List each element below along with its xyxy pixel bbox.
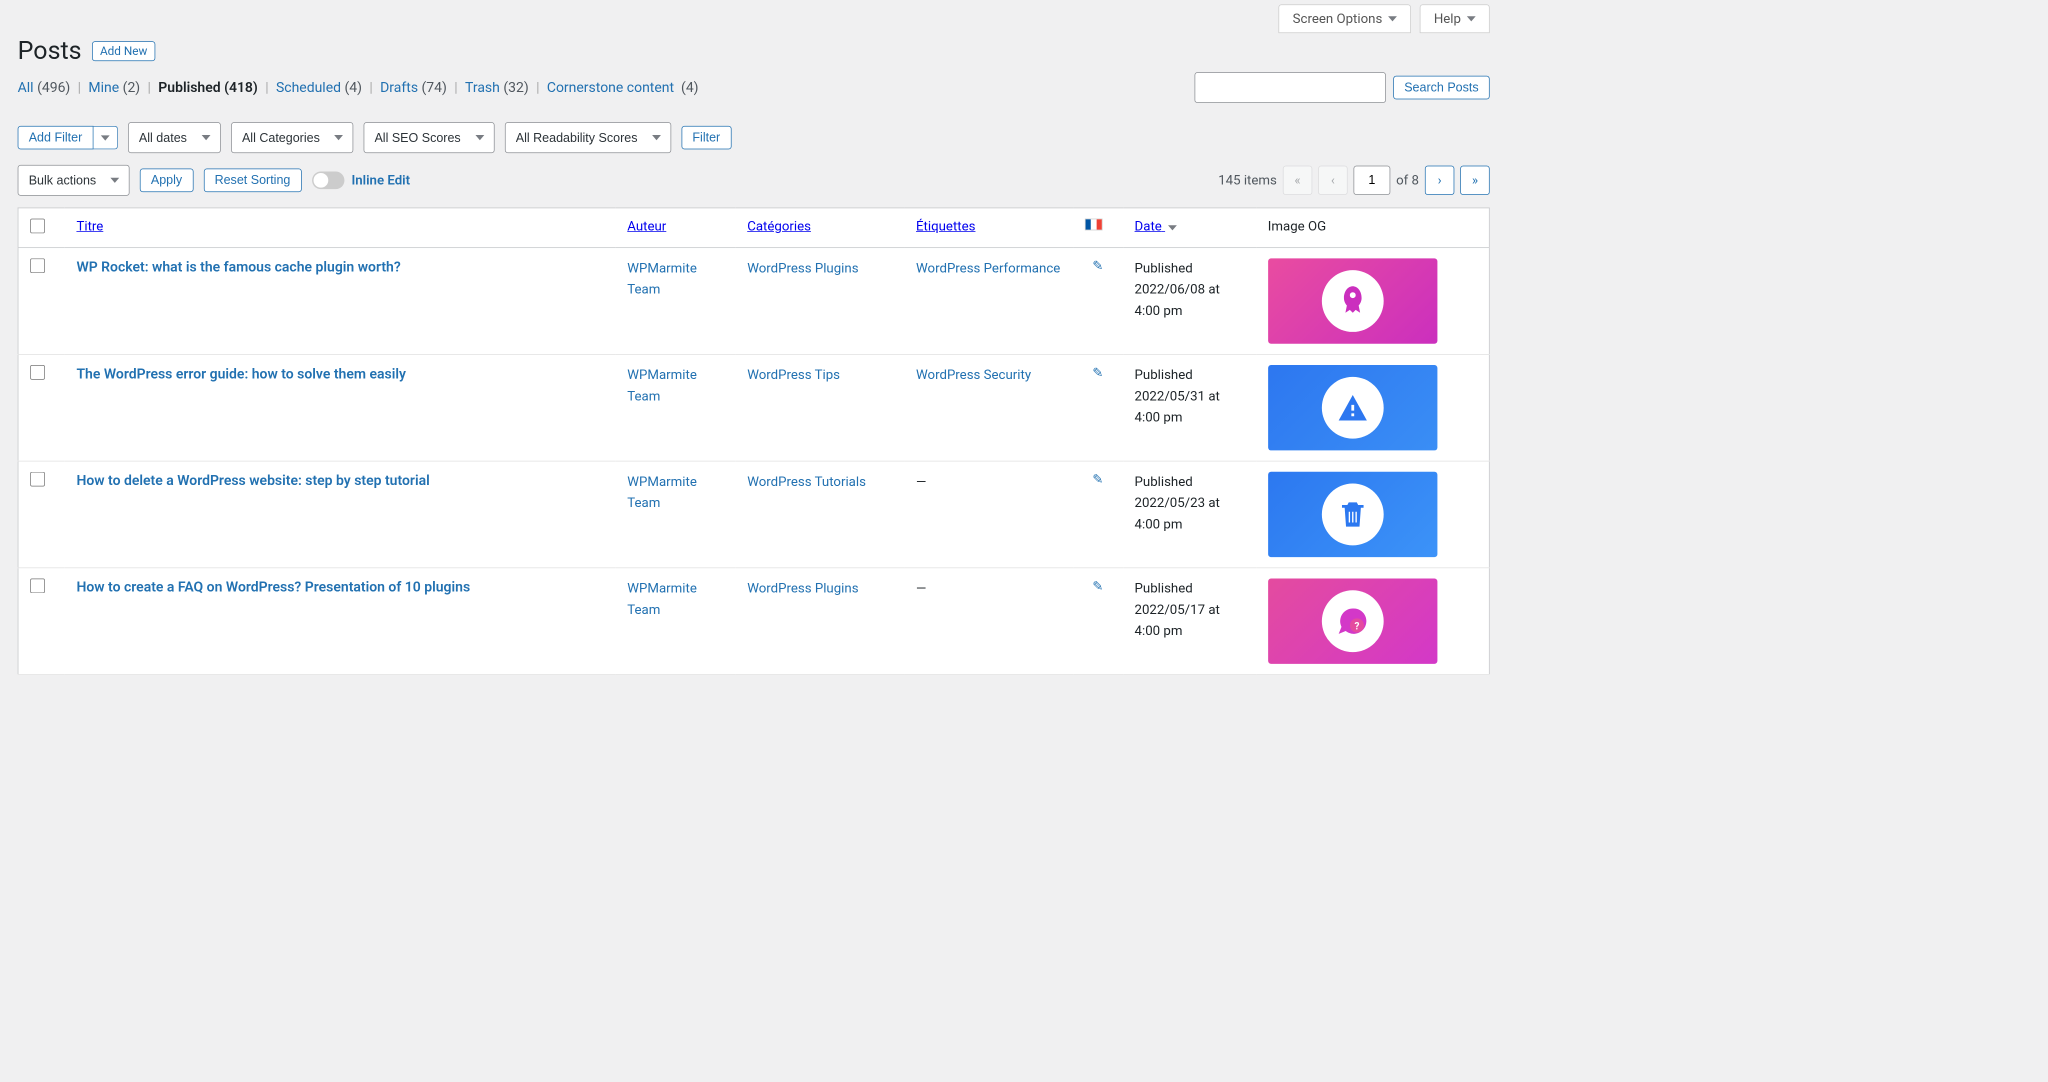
- screen-options-tab[interactable]: Screen Options: [1279, 4, 1411, 33]
- add-filter-dropdown[interactable]: [93, 126, 117, 150]
- filter-drafts[interactable]: Drafts: [380, 79, 418, 96]
- page-total: of 8: [1396, 173, 1419, 188]
- table-row: WP Rocket: what is the famous cache plug…: [18, 248, 1489, 355]
- filter-dates-select[interactable]: All dates: [128, 122, 221, 153]
- page-next-button[interactable]: ›: [1425, 166, 1454, 195]
- edit-translation-icon[interactable]: ✎: [1092, 472, 1103, 487]
- row-checkbox[interactable]: [30, 258, 45, 273]
- help-tab[interactable]: Help: [1420, 4, 1490, 33]
- post-tag-empty: —: [916, 581, 926, 596]
- og-image-thumb[interactable]: [1268, 365, 1437, 450]
- post-title-link[interactable]: The WordPress error guide: how to solve …: [76, 365, 405, 382]
- post-category-link[interactable]: WordPress Plugins: [747, 258, 892, 279]
- column-author[interactable]: Auteur: [627, 219, 666, 234]
- post-title-link[interactable]: How to create a FAQ on WordPress? Presen…: [76, 578, 470, 595]
- faq-speech-icon: ?: [1336, 604, 1370, 638]
- filter-trash-count: (32): [503, 79, 528, 96]
- table-row: How to delete a WordPress website: step …: [18, 461, 1489, 568]
- post-tag-empty: —: [916, 474, 926, 489]
- filter-cornerstone[interactable]: Cornerstone content: [547, 79, 674, 96]
- caret-down-icon: [101, 135, 110, 140]
- row-checkbox[interactable]: [30, 472, 45, 487]
- filter-mine-count: (2): [123, 79, 141, 96]
- table-row: The WordPress error guide: how to solve …: [18, 354, 1489, 461]
- post-author-link[interactable]: WPMarmite Team: [627, 365, 723, 407]
- filter-mine[interactable]: Mine: [88, 79, 119, 96]
- post-tag-link[interactable]: WordPress Security: [916, 365, 1061, 386]
- post-tag-link[interactable]: WordPress Performance: [916, 258, 1061, 279]
- table-row: How to create a FAQ on WordPress? Presen…: [18, 568, 1489, 675]
- screen-options-label: Screen Options: [1293, 11, 1383, 26]
- column-title[interactable]: Titre: [76, 219, 103, 234]
- filter-scheduled-count: (4): [344, 79, 362, 96]
- trash-icon: [1336, 498, 1368, 530]
- post-status: Published: [1135, 581, 1193, 596]
- page-current-input[interactable]: [1353, 166, 1390, 195]
- filter-all-count: (496): [37, 79, 70, 96]
- filter-drafts-count: (74): [422, 79, 447, 96]
- post-date: 2022/06/08 at 4:00 pm: [1135, 282, 1220, 319]
- og-image-thumb[interactable]: [1268, 258, 1437, 343]
- post-category-link[interactable]: WordPress Tips: [747, 365, 892, 386]
- help-label: Help: [1434, 11, 1461, 26]
- post-status: Published: [1135, 367, 1193, 382]
- row-checkbox[interactable]: [30, 365, 45, 380]
- page-first-button[interactable]: «: [1283, 166, 1312, 195]
- row-checkbox[interactable]: [30, 578, 45, 593]
- items-count: 145 items: [1218, 173, 1277, 188]
- filter-cornerstone-count: (4): [681, 79, 699, 96]
- page-last-button[interactable]: »: [1460, 166, 1489, 195]
- edit-translation-icon[interactable]: ✎: [1092, 258, 1103, 273]
- inline-edit-toggle[interactable]: [312, 171, 344, 189]
- post-date: 2022/05/23 at 4:00 pm: [1135, 495, 1220, 532]
- column-language-icon[interactable]: [1085, 219, 1103, 231]
- column-categories[interactable]: Catégories: [747, 219, 811, 234]
- filter-all[interactable]: All: [18, 79, 34, 96]
- apply-button[interactable]: Apply: [140, 169, 193, 193]
- search-button[interactable]: Search Posts: [1393, 76, 1489, 100]
- filter-scheduled[interactable]: Scheduled: [276, 79, 341, 96]
- column-date[interactable]: Date: [1135, 219, 1177, 234]
- filter-seo-select[interactable]: All SEO Scores: [363, 122, 494, 153]
- post-category-link[interactable]: WordPress Plugins: [747, 578, 892, 599]
- filter-categories-select[interactable]: All Categories: [231, 122, 353, 153]
- svg-text:?: ?: [1354, 622, 1359, 633]
- alert-triangle-icon: [1336, 391, 1370, 425]
- inline-edit-label: Inline Edit: [351, 173, 410, 188]
- og-image-thumb[interactable]: ?: [1268, 578, 1437, 663]
- column-tags[interactable]: Étiquettes: [916, 219, 975, 234]
- edit-translation-icon[interactable]: ✎: [1092, 578, 1103, 593]
- post-date: 2022/05/31 at 4:00 pm: [1135, 388, 1220, 425]
- post-title-link[interactable]: WP Rocket: what is the famous cache plug…: [76, 258, 400, 275]
- sort-desc-icon: [1168, 225, 1177, 230]
- add-filter-button[interactable]: Add Filter: [18, 126, 94, 150]
- reset-sorting-button[interactable]: Reset Sorting: [204, 169, 302, 193]
- post-date: 2022/05/17 at 4:00 pm: [1135, 602, 1220, 639]
- select-all-checkbox[interactable]: [30, 219, 45, 234]
- page-title: Posts: [18, 36, 82, 65]
- column-og: Image OG: [1256, 208, 1489, 248]
- filter-published[interactable]: Published: [158, 79, 220, 96]
- post-title-link[interactable]: How to delete a WordPress website: step …: [76, 472, 429, 489]
- filter-trash[interactable]: Trash: [465, 79, 500, 96]
- post-author-link[interactable]: WPMarmite Team: [627, 472, 723, 514]
- post-status: Published: [1135, 474, 1193, 489]
- chevron-down-icon: [1467, 16, 1476, 21]
- post-author-link[interactable]: WPMarmite Team: [627, 258, 723, 300]
- og-image-thumb[interactable]: [1268, 472, 1437, 557]
- chevron-down-icon: [1388, 16, 1397, 21]
- post-status: Published: [1135, 261, 1193, 276]
- search-input[interactable]: [1194, 72, 1385, 103]
- bulk-actions-select[interactable]: Bulk actions: [18, 165, 130, 196]
- filter-submit-button[interactable]: Filter: [681, 126, 731, 150]
- rocket-icon: [1335, 283, 1370, 318]
- filter-published-count: (418): [224, 79, 258, 96]
- edit-translation-icon[interactable]: ✎: [1092, 365, 1103, 380]
- post-category-link[interactable]: WordPress Tutorials: [747, 472, 892, 493]
- posts-table: Titre Auteur Catégories Étiquettes Date …: [18, 208, 1490, 675]
- post-author-link[interactable]: WPMarmite Team: [627, 578, 723, 620]
- add-new-button[interactable]: Add New: [92, 41, 156, 61]
- filter-readability-select[interactable]: All Readability Scores: [505, 122, 671, 153]
- page-prev-button[interactable]: ‹: [1318, 166, 1347, 195]
